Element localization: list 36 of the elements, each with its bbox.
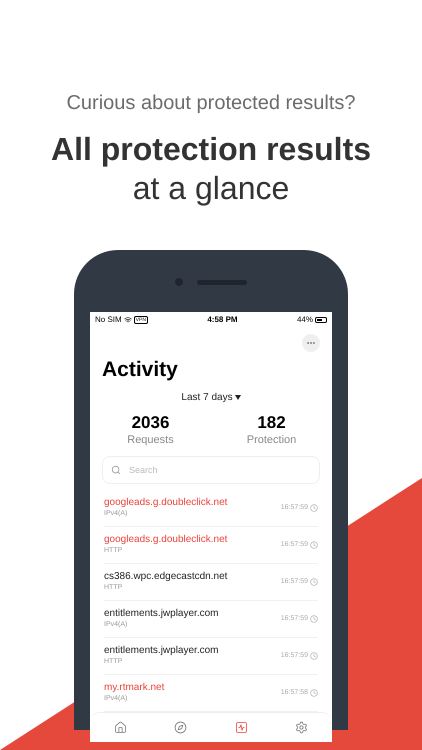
stat-value: 182: [257, 413, 286, 433]
search-icon: [111, 465, 121, 475]
clock-icon: [310, 504, 318, 512]
camera-icon: [175, 278, 183, 286]
more-button[interactable]: [302, 334, 320, 352]
period-dropdown[interactable]: Last 7 days: [181, 390, 241, 405]
headline-continuation: at a glance: [132, 169, 290, 208]
request-domain: cs386.wpc.edgecastcdn.net: [104, 571, 228, 583]
page-title: Activity: [101, 357, 179, 383]
subtitle: Curious about protected results?: [66, 91, 356, 116]
request-domain: entitlements.jwplayer.com: [104, 608, 218, 620]
request-domain: googleads.g.doubleclick.net: [104, 534, 228, 546]
clock-time: 4:58 PM: [207, 314, 238, 326]
caret-icon: [234, 395, 241, 400]
request-domain: my.rtmark.net: [104, 682, 164, 694]
stat-value: 2036: [132, 413, 170, 433]
carrier-label: No SIM: [95, 314, 122, 326]
house-icon[interactable]: [114, 721, 127, 734]
clock-icon: [310, 689, 318, 697]
clock-icon: [310, 652, 318, 660]
battery-percent: 44%: [296, 314, 313, 326]
clock-icon: [310, 578, 318, 586]
clock-icon: [310, 541, 318, 549]
stat-label: Requests: [127, 433, 174, 447]
compass-icon[interactable]: [174, 721, 188, 734]
speaker-icon: [197, 280, 247, 284]
headline: All protection results: [50, 130, 372, 168]
request-domain: entitlements.jwplayer.com: [104, 645, 218, 657]
clock-icon: [310, 615, 318, 623]
search-field[interactable]: Search: [102, 456, 320, 484]
stat-label: Protection: [246, 433, 296, 447]
wifi-icon: [124, 316, 132, 324]
request-domain: googleads.g.doubleclick.net: [104, 497, 228, 509]
settings-icon[interactable]: [295, 721, 308, 734]
battery-icon: [314, 317, 327, 323]
chart-icon[interactable]: [234, 721, 248, 734]
